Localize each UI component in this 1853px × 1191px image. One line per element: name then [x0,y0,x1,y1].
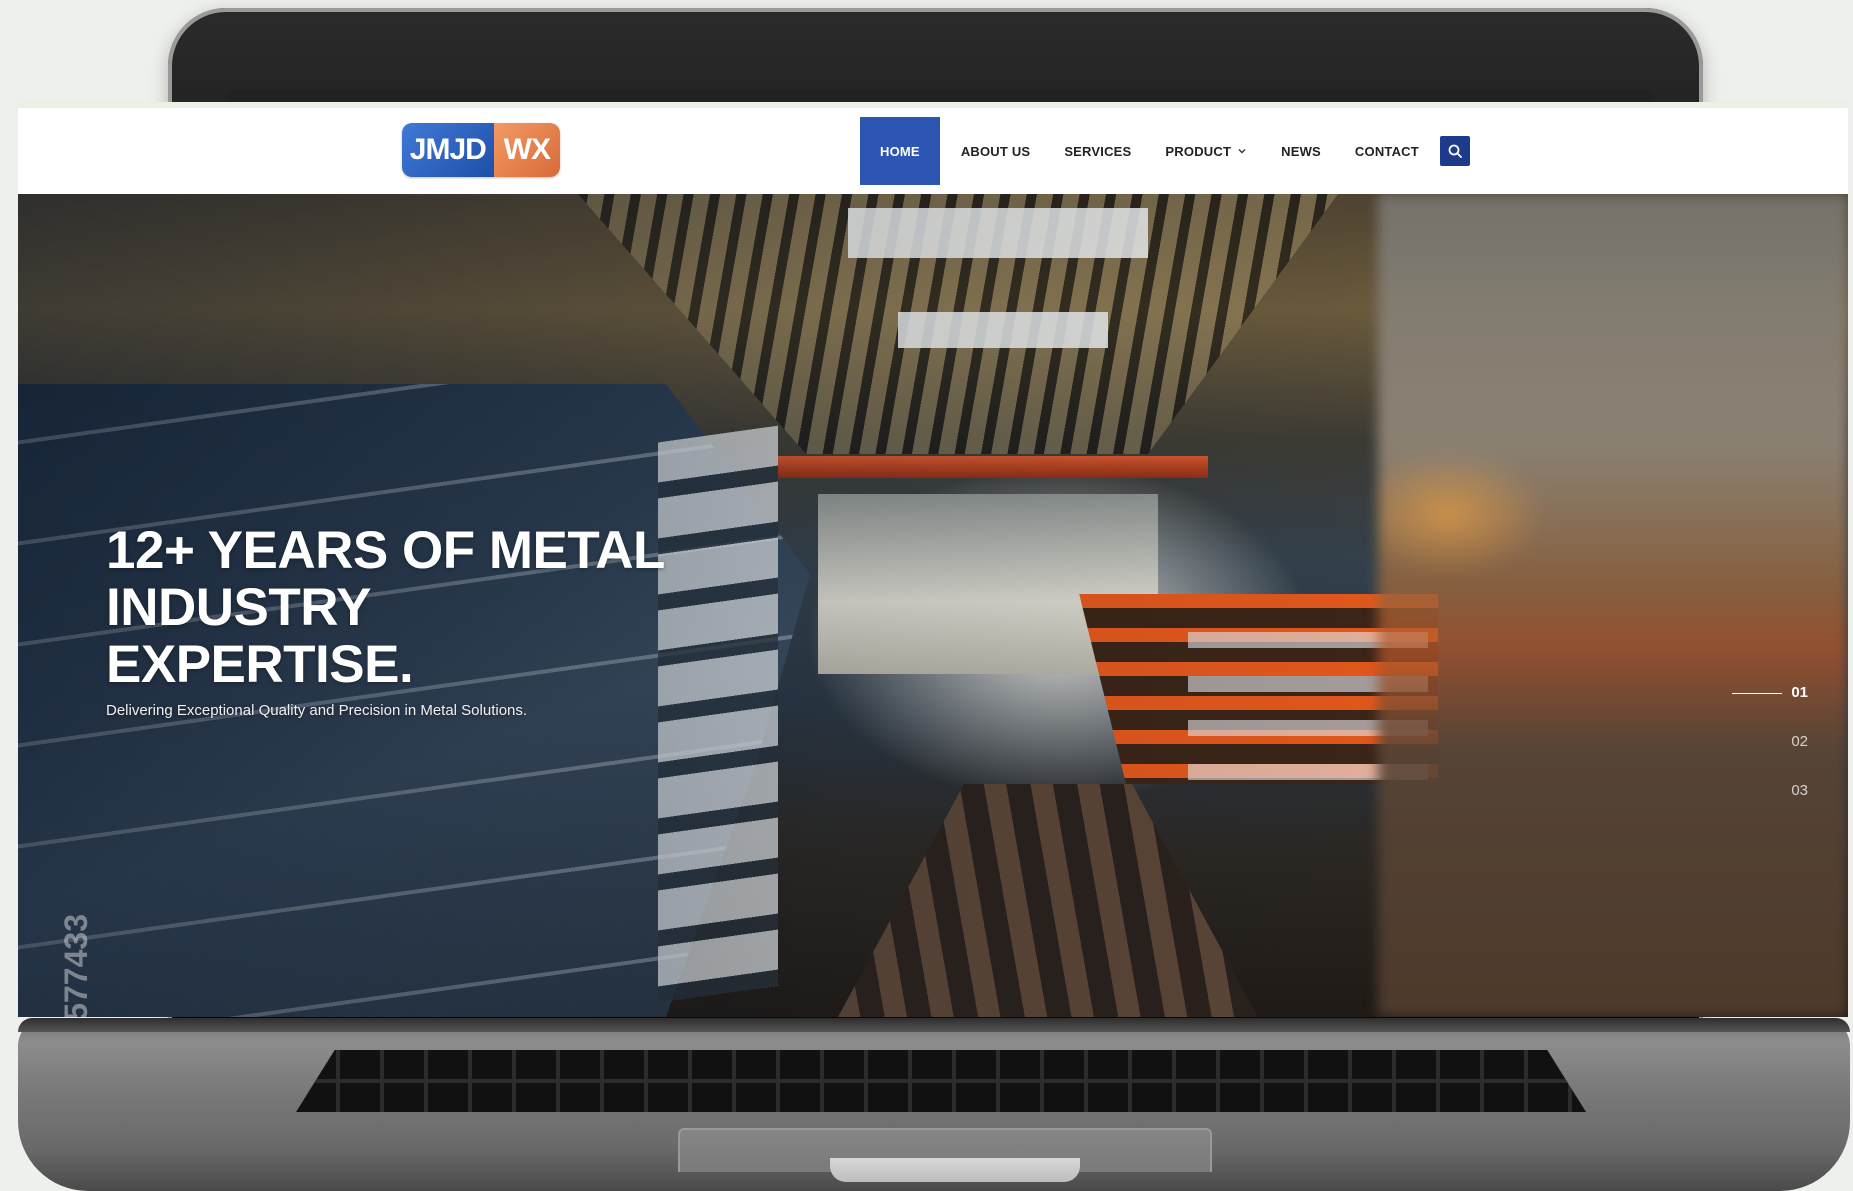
site-header: JMJD WX HOME ABOUT US SERVICES PRODUCT N… [18,108,1848,194]
laptop-hinge [18,1018,1850,1032]
slide-indicator-01[interactable]: 01 [1688,684,1808,733]
search-icon [1448,144,1462,158]
hero-title: 12+ YEARS OF METAL INDUSTRY EXPERTISE. [106,522,726,693]
slide-indicators: 01 02 03 [1688,684,1808,831]
nav-item-news[interactable]: NEWS [1264,108,1338,194]
website-screen: JMJD WX HOME ABOUT US SERVICES PRODUCT N… [18,102,1848,1017]
search-button[interactable] [1440,136,1470,166]
laptop-notch [830,1158,1080,1182]
stock-watermark: #140577433 [58,914,94,1017]
slide-indicator-03[interactable]: 03 [1688,782,1808,831]
keyboard [296,1050,1586,1112]
hero-subtitle: Delivering Exceptional Quality and Preci… [106,702,528,719]
site-logo[interactable]: JMJD WX [402,123,560,177]
laptop-screen-bezel [230,90,1650,102]
hero-bg-blur-panel [1378,194,1848,1017]
nav-item-contact[interactable]: CONTACT [1338,108,1436,194]
main-nav: HOME ABOUT US SERVICES PRODUCT NEWS CONT… [860,108,1436,194]
nav-item-product[interactable]: PRODUCT [1148,108,1264,194]
nav-item-about-us[interactable]: ABOUT US [944,108,1048,194]
hero-title-line: EXPERTISE. [106,635,414,694]
chevron-down-icon [1238,149,1246,154]
laptop-base [18,1018,1850,1191]
slide-indicator-02[interactable]: 02 [1688,733,1808,782]
nav-item-home[interactable]: HOME [860,117,940,185]
hero-section: 12+ YEARS OF METAL INDUSTRY EXPERTISE. D… [18,194,1848,1017]
logo-mark-left: JMJD [402,123,494,177]
nav-item-services[interactable]: SERVICES [1047,108,1148,194]
hero-title-line: 12+ YEARS OF METAL [106,521,665,580]
nav-item-product-label: PRODUCT [1165,143,1232,159]
logo-mark-right: WX [493,123,560,177]
hero-title-line: INDUSTRY [106,578,371,637]
